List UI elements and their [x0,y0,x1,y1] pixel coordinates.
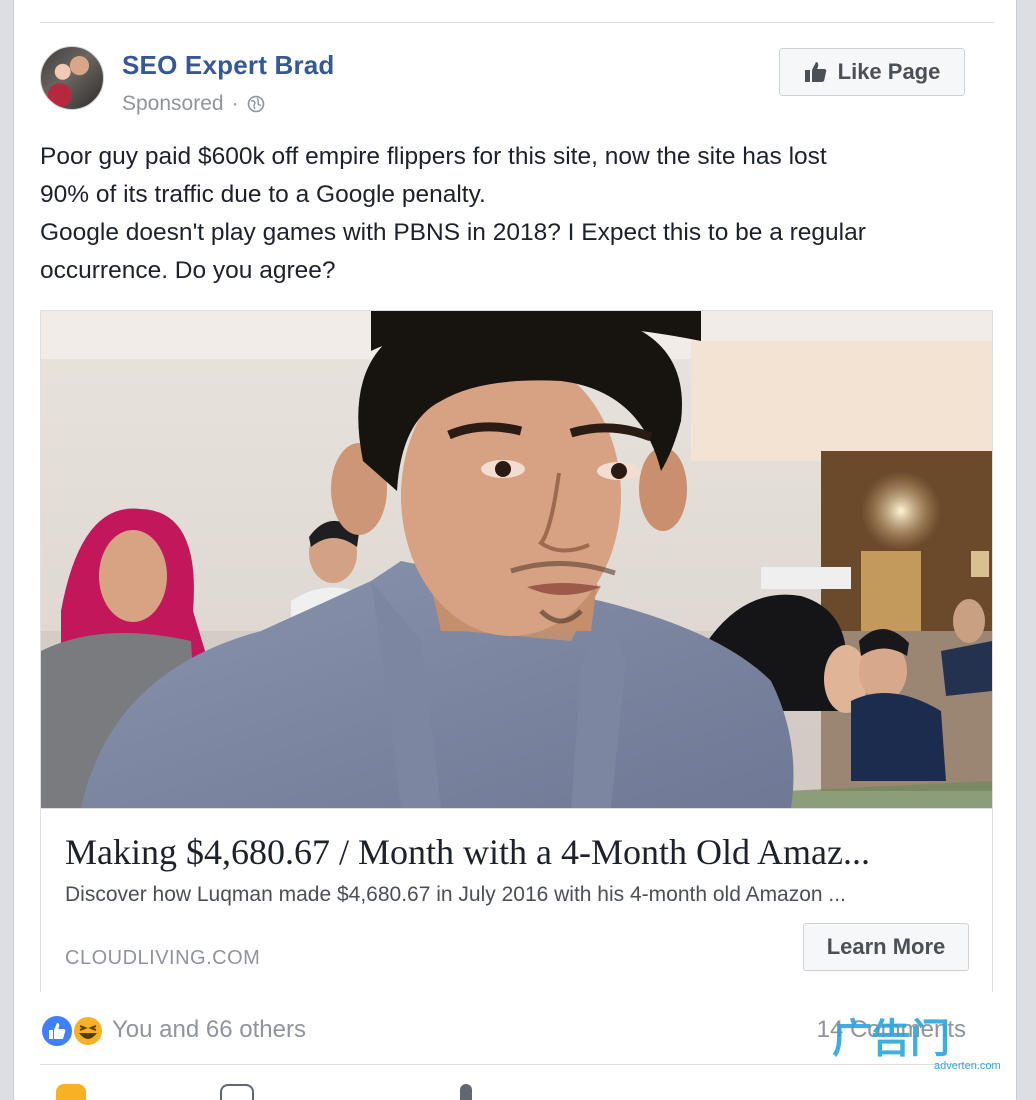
page-gutter-left [0,0,14,1100]
like-page-label: Like Page [837,59,941,84]
reactions-count[interactable]: You and 66 others [112,1016,306,1044]
learn-more-button[interactable]: Learn More [803,923,969,971]
page-avatar[interactable] [40,46,104,110]
reaction-button-stub[interactable] [56,1084,86,1100]
thumbs-up-icon [804,62,826,82]
comment-button-stub[interactable] [220,1084,254,1100]
page-name-link[interactable]: SEO Expert Brad [122,50,335,81]
like-icon [40,1014,74,1048]
post-header: SEO Expert Brad Sponsored · Like Page [40,46,994,122]
sponsored-meta: Sponsored · [122,92,265,116]
restaurant-photo [41,311,992,808]
reaction-icons[interactable] [40,1014,108,1048]
page-gutter-right [1016,0,1036,1100]
watermark-logo: 广告门 adverten.com [832,1016,1022,1076]
link-preview-image[interactable] [41,311,992,808]
post-text-line: Poor guy paid $600k off empire flippers … [40,143,827,170]
post-action-bar [40,1078,994,1100]
link-preview-card[interactable]: Making $4,680.67 / Month with a 4-Month … [40,310,993,992]
share-button-stub[interactable] [460,1084,472,1100]
globe-icon[interactable] [247,95,265,113]
post-text-line: occurrence. Do you agree? [40,257,336,284]
post-text-line: Google doesn't play games with PBNS in 2… [40,219,866,246]
link-description: Discover how Luqman made $4,680.67 in Ju… [65,883,846,906]
link-title[interactable]: Making $4,680.67 / Month with a 4-Month … [65,831,965,873]
watermark-main: 广告门 [832,1016,950,1062]
like-page-button[interactable]: Like Page [779,48,965,96]
link-preview-meta[interactable]: Making $4,680.67 / Month with a 4-Month … [41,808,992,992]
haha-icon [72,1015,104,1047]
meta-separator: · [231,92,239,115]
sponsored-label[interactable]: Sponsored [122,92,224,116]
post-body-text: Poor guy paid $600k off empire flippers … [40,138,1000,290]
sponsored-post-card: SEO Expert Brad Sponsored · Like Page Po… [14,0,1016,1100]
learn-more-label: Learn More [826,934,946,959]
divider-top [40,22,994,23]
watermark-sub: adverten.com [934,1060,1001,1072]
post-text-line: 90% of its traffic due to a Google penal… [40,181,486,208]
link-domain: CLOUDLIVING.COM [65,947,261,969]
